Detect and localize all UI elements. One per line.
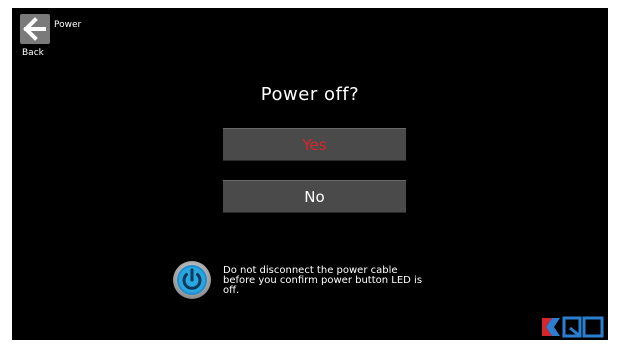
- screen-title: Power: [54, 20, 82, 30]
- no-button[interactable]: No: [223, 180, 406, 213]
- dialog-title: Power off?: [260, 84, 360, 105]
- power-screen: Back Power Power off? Yes No Do not disc…: [12, 8, 608, 340]
- back-arrow-icon: [20, 14, 50, 44]
- power-icon: [172, 260, 212, 300]
- yes-button[interactable]: Yes: [223, 128, 406, 161]
- back-label: Back: [22, 48, 44, 58]
- ro-logo: [540, 316, 606, 338]
- warning-note: Do not disconnect the power cable before…: [223, 265, 423, 296]
- back-button[interactable]: Back: [18, 14, 50, 62]
